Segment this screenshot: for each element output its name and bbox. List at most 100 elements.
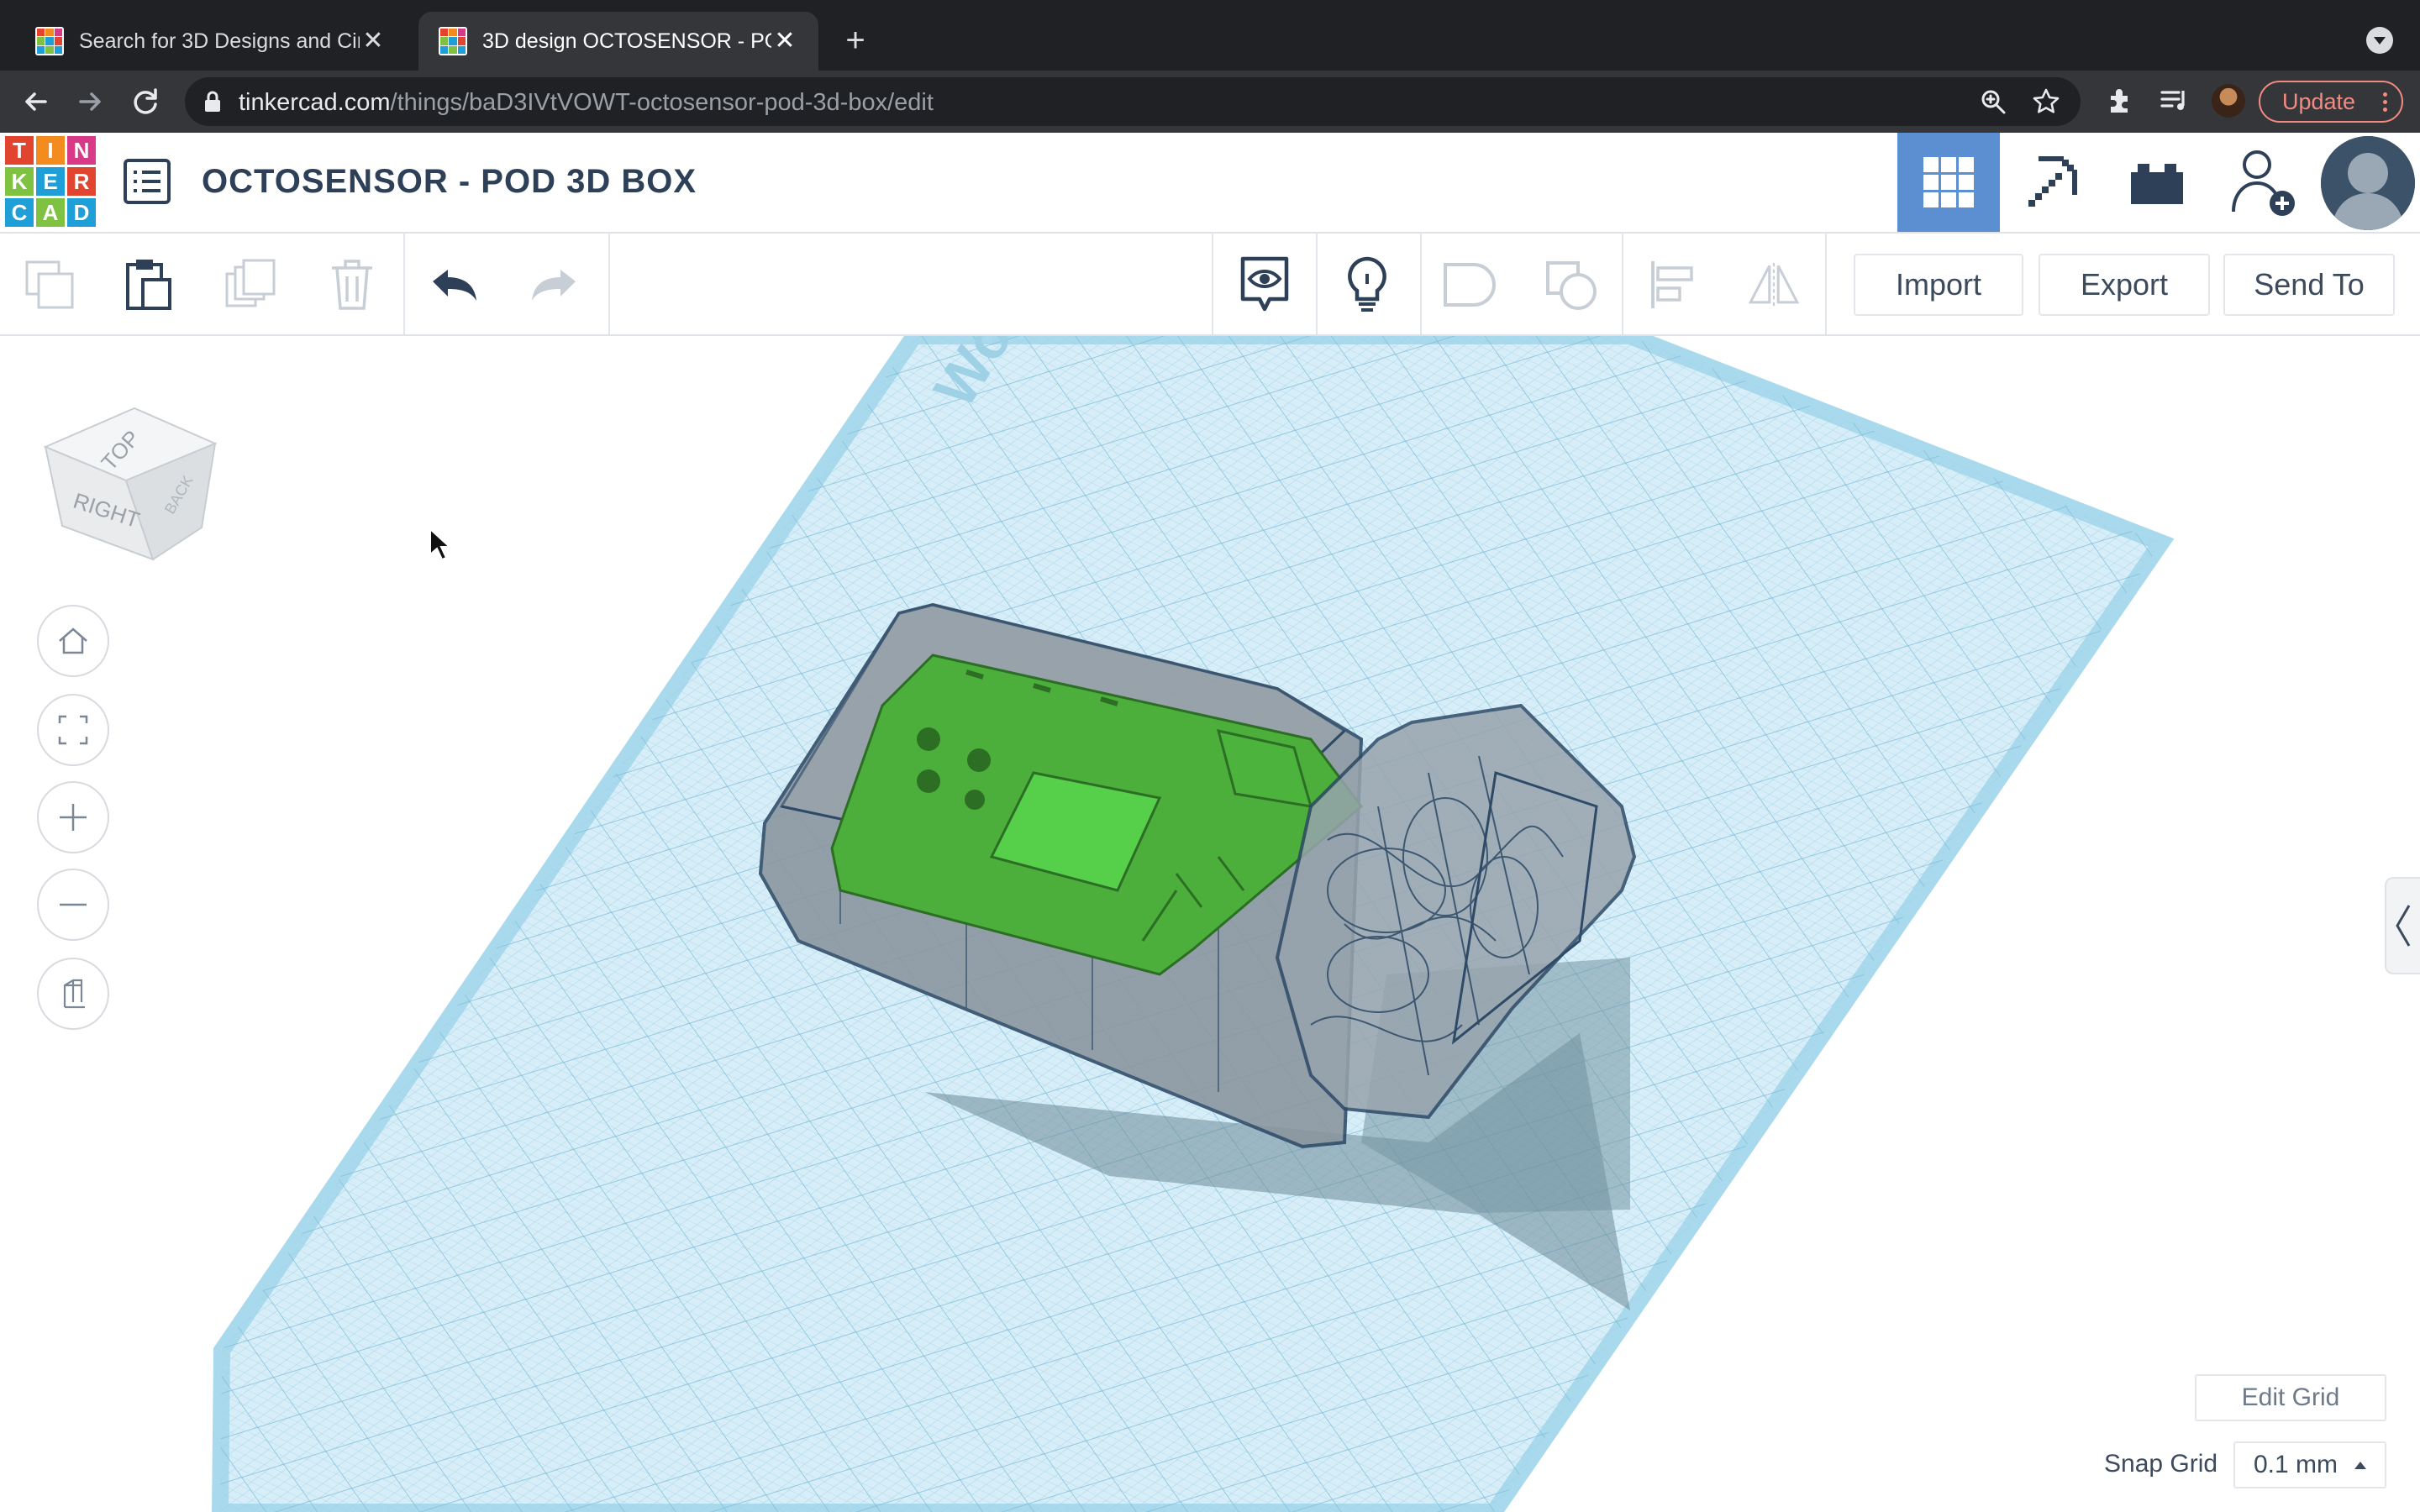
blocks-button[interactable] <box>2002 133 2104 232</box>
mouse-cursor-icon <box>429 528 450 561</box>
group-icon <box>1444 263 1496 307</box>
toolbar-divider <box>403 234 405 334</box>
mirror-button[interactable] <box>1746 257 1802 312</box>
align-button[interactable] <box>1645 257 1701 312</box>
reload-icon[interactable] <box>129 86 161 118</box>
update-button[interactable]: Update <box>2259 81 2403 123</box>
export-button[interactable]: Export <box>2039 254 2210 316</box>
brick-icon <box>2131 164 2183 204</box>
zoom-out-icon <box>60 903 87 906</box>
3d-design-grid-button[interactable] <box>1897 133 2000 232</box>
logo-letter: R <box>67 167 96 196</box>
fit-view-button[interactable] <box>37 694 109 766</box>
media-control-icon[interactable] <box>2160 86 2190 114</box>
snap-grid-value: 0.1 mm <box>2254 1451 2338 1478</box>
redo-button[interactable] <box>526 257 581 312</box>
toolbar-divider <box>1622 234 1623 334</box>
add-user-icon <box>2232 150 2295 216</box>
redo-icon <box>532 270 576 301</box>
copy-icon <box>25 260 74 309</box>
invite-user-button[interactable] <box>2212 133 2314 232</box>
perspective-button[interactable] <box>37 958 109 1030</box>
3d-design-grid-icon <box>1923 157 1974 207</box>
delete-button[interactable] <box>324 257 380 312</box>
tab-search-menu-icon[interactable] <box>2366 27 2393 54</box>
notes-visibility-button[interactable] <box>1237 256 1292 312</box>
toolbar-divider <box>608 234 610 334</box>
undo-icon <box>433 270 476 301</box>
logo-letter: T <box>5 136 34 165</box>
home-view-button[interactable] <box>37 605 109 677</box>
tab-title: 3D design OCTOSENSOR - POD <box>482 29 771 53</box>
new-tab-button[interactable]: + <box>837 22 874 59</box>
tinkercad-logo[interactable]: T I N K E R C A D <box>5 136 96 227</box>
panel-toggle-button[interactable] <box>2385 877 2420 974</box>
update-label: Update <box>2282 88 2356 114</box>
copy-button[interactable] <box>22 257 77 312</box>
logo-letter: E <box>36 167 65 196</box>
toolbar-divider <box>1825 234 1827 334</box>
show-all-button[interactable] <box>1339 256 1395 312</box>
tab-close-icon[interactable]: ✕ <box>771 28 798 55</box>
design-list-icon[interactable] <box>123 158 171 205</box>
ungroup-button[interactable] <box>1544 257 1600 312</box>
url-text: tinkercad.com/things/baD3IVtVOWT-octosen… <box>239 89 934 117</box>
undo-button[interactable] <box>427 257 482 312</box>
view-cube[interactable]: TOP RIGHT BACK <box>42 371 218 564</box>
logo-letter: C <box>5 198 34 227</box>
bookmark-star-icon[interactable] <box>2032 87 2060 116</box>
address-bar[interactable]: tinkercad.com/things/baD3IVtVOWT-octosen… <box>185 77 2081 126</box>
tab-title: Search for 3D Designs and Circ <box>79 29 360 53</box>
design-title[interactable]: OCTOSENSOR - POD 3D BOX <box>202 163 697 201</box>
forward-icon[interactable] <box>74 86 106 118</box>
user-avatar[interactable] <box>2321 136 2415 230</box>
zoom-icon[interactable] <box>1980 88 2007 115</box>
url-host: tinkercad.com <box>239 89 391 116</box>
delete-icon <box>332 260 372 310</box>
zoom-in-button[interactable] <box>37 781 109 853</box>
3d-scene[interactable]: Workplane <box>0 336 2420 1512</box>
chevron-left-icon <box>2396 905 2411 947</box>
edit-toolbar: Import Export Send To <box>0 234 2420 336</box>
group-button[interactable] <box>1442 257 1497 312</box>
design-workspace[interactable]: Workplane <box>0 336 2420 1512</box>
back-icon[interactable] <box>20 86 52 118</box>
app-header: T I N K E R C A D OCTOSENSOR - POD 3D BO… <box>0 133 2420 234</box>
perspective-icon <box>63 979 85 1009</box>
bricks-button[interactable] <box>2106 133 2208 232</box>
extensions-icon[interactable] <box>2106 86 2134 114</box>
more-menu-icon[interactable] <box>2383 89 2388 115</box>
fit-view-icon <box>58 715 88 745</box>
duplicate-icon <box>225 259 276 307</box>
browser-tab-design[interactable]: 3D design OCTOSENSOR - POD ✕ <box>418 12 818 71</box>
browser-tabstrip: Search for 3D Designs and Circ ✕ 3D desi… <box>0 0 2420 71</box>
notes-visibility-icon <box>1240 256 1289 312</box>
toolbar-divider <box>1212 234 1213 334</box>
snap-grid-select[interactable]: 0.1 mm <box>2233 1441 2386 1488</box>
caret-up-icon <box>2354 1462 2366 1469</box>
toolbar-divider <box>1420 234 1422 334</box>
lock-icon <box>205 91 220 112</box>
logo-letter: K <box>5 167 34 196</box>
tab-close-icon[interactable]: ✕ <box>360 28 387 55</box>
lightbulb-icon <box>1348 256 1386 312</box>
browser-profile-avatar[interactable] <box>2212 84 2245 118</box>
home-view-icon <box>59 627 87 654</box>
align-icon <box>1651 261 1693 308</box>
send-to-button[interactable]: Send To <box>2223 254 2395 316</box>
logo-letter: I <box>36 136 65 165</box>
paste-button[interactable] <box>121 257 176 312</box>
avatar-silhouette-icon <box>2321 136 2415 230</box>
zoom-out-button[interactable] <box>37 869 109 941</box>
import-button[interactable]: Import <box>1854 254 2023 316</box>
mirror-icon <box>1748 262 1800 307</box>
snap-grid-label: Snap Grid <box>2104 1450 2218 1478</box>
browser-navbar: tinkercad.com/things/baD3IVtVOWT-octosen… <box>0 71 2420 133</box>
tinkercad-favicon <box>35 27 64 55</box>
logo-letter: D <box>67 198 96 227</box>
tinkercad-favicon <box>439 27 467 55</box>
edit-grid-button[interactable]: Edit Grid <box>2195 1374 2386 1421</box>
zoom-in-icon <box>60 804 87 831</box>
duplicate-button[interactable] <box>224 257 279 312</box>
browser-tab-search[interactable]: Search for 3D Designs and Circ ✕ <box>15 12 407 71</box>
